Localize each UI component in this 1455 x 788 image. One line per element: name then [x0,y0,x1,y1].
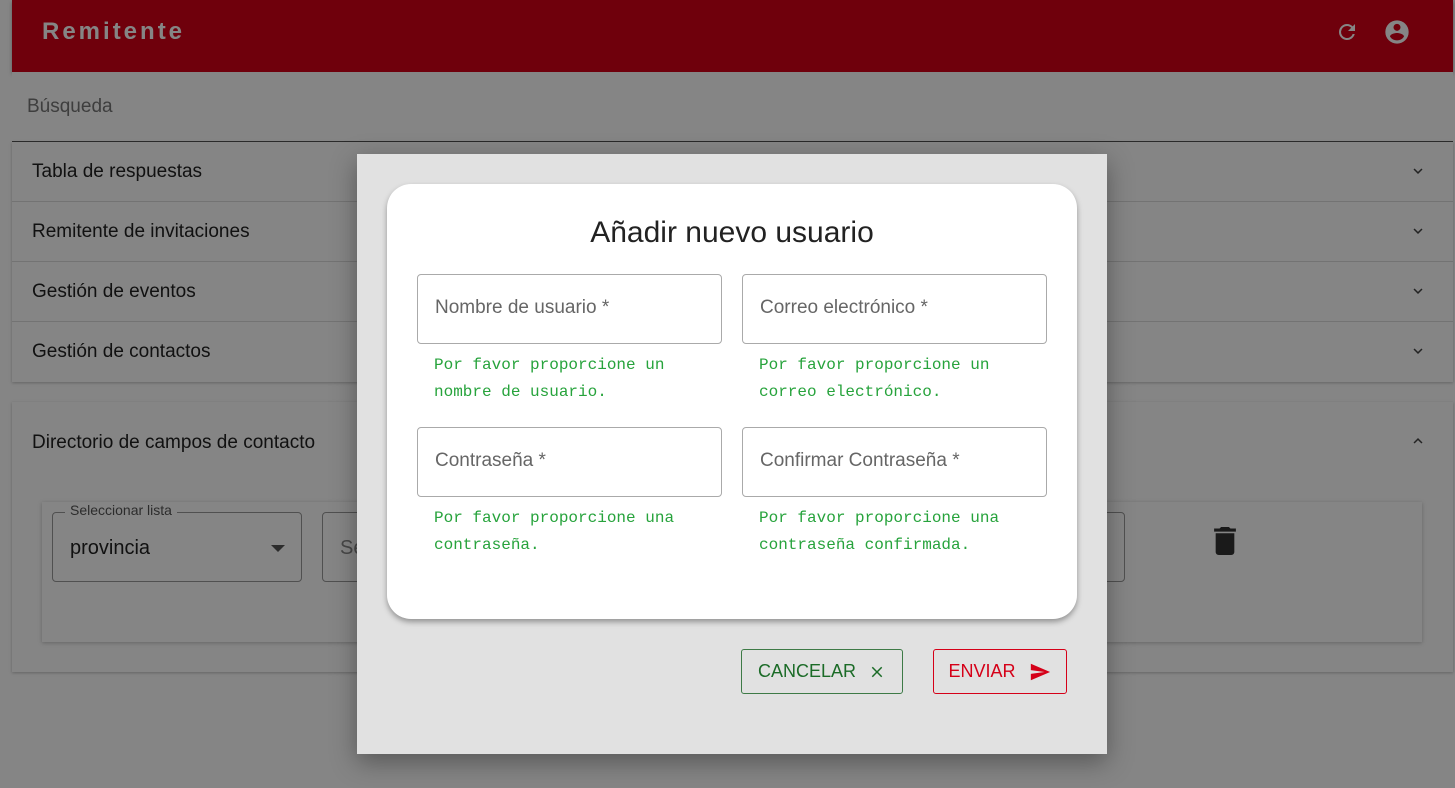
add-user-form: Añadir nuevo usuario Nombre de usuario *… [387,184,1077,619]
dialog-title: Añadir nuevo usuario [590,216,874,249]
cancel-label: CANCELAR [757,661,857,681]
email-field[interactable]: Correo electrónico * [742,274,1047,344]
password-helper-text: Por favor proporcione una contraseña. [434,509,675,554]
app-root: Remitente Búsqueda Tabla de respuestas R… [0,0,1455,788]
confirm-password-label: Confirmar Contraseña * [760,450,960,471]
username-helper-text: Por favor proporcione un nombre de usuar… [434,356,665,401]
send-label: ENVIAR [948,661,1016,681]
add-user-dialog: Añadir nuevo usuario Nombre de usuario *… [357,154,1107,754]
email-helper-text: Por favor proporcione un correo electrón… [759,356,990,401]
confirm-password-helper-text: Por favor proporcione una contraseña con… [759,509,1000,554]
username-field[interactable]: Nombre de usuario * [417,274,722,344]
cancel-button[interactable]: CANCELAR [741,649,903,694]
username-label: Nombre de usuario * [435,297,610,318]
confirm-password-field[interactable]: Confirmar Contraseña * [742,427,1047,497]
send-icon [1030,663,1050,680]
email-label: Correo electrónico * [760,297,928,318]
close-icon [871,666,883,677]
password-label: Contraseña * [435,450,546,471]
send-button[interactable]: ENVIAR [933,649,1067,694]
password-field[interactable]: Contraseña * [417,427,722,497]
